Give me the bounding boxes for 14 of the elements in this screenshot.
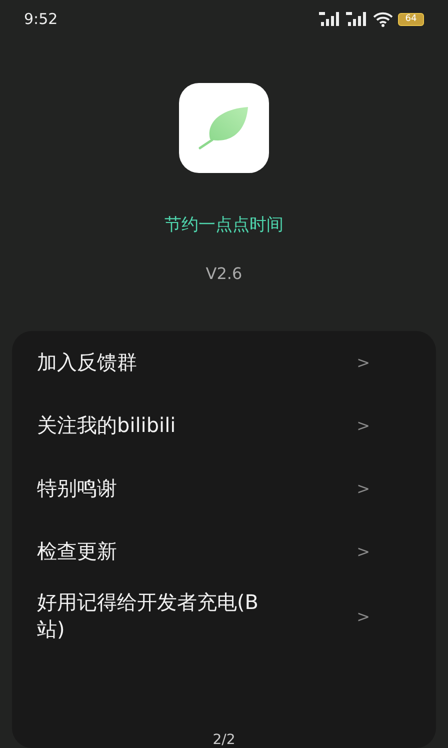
signal-icon [346,12,368,26]
menu-item[interactable]: 加入反馈群 > [12,331,436,394]
leaf-icon [198,105,250,151]
page-indicator: 2/2 [212,732,236,748]
signal-icon [319,12,341,26]
wifi-icon [373,12,393,26]
menu-item[interactable]: 好用记得给开发者充电(B站) > [12,583,436,649]
battery-level: 64 [398,12,424,26]
app-version: V2.6 [206,264,242,283]
status-time: 9:52 [24,10,58,28]
menu-item[interactable]: 关注我的bilibili > [12,394,436,457]
menu-item[interactable]: 特别鸣谢 > [12,457,436,520]
app-name: 节约一点点时间 [164,214,284,236]
menu-item[interactable]: 检查更新 > [12,520,436,583]
